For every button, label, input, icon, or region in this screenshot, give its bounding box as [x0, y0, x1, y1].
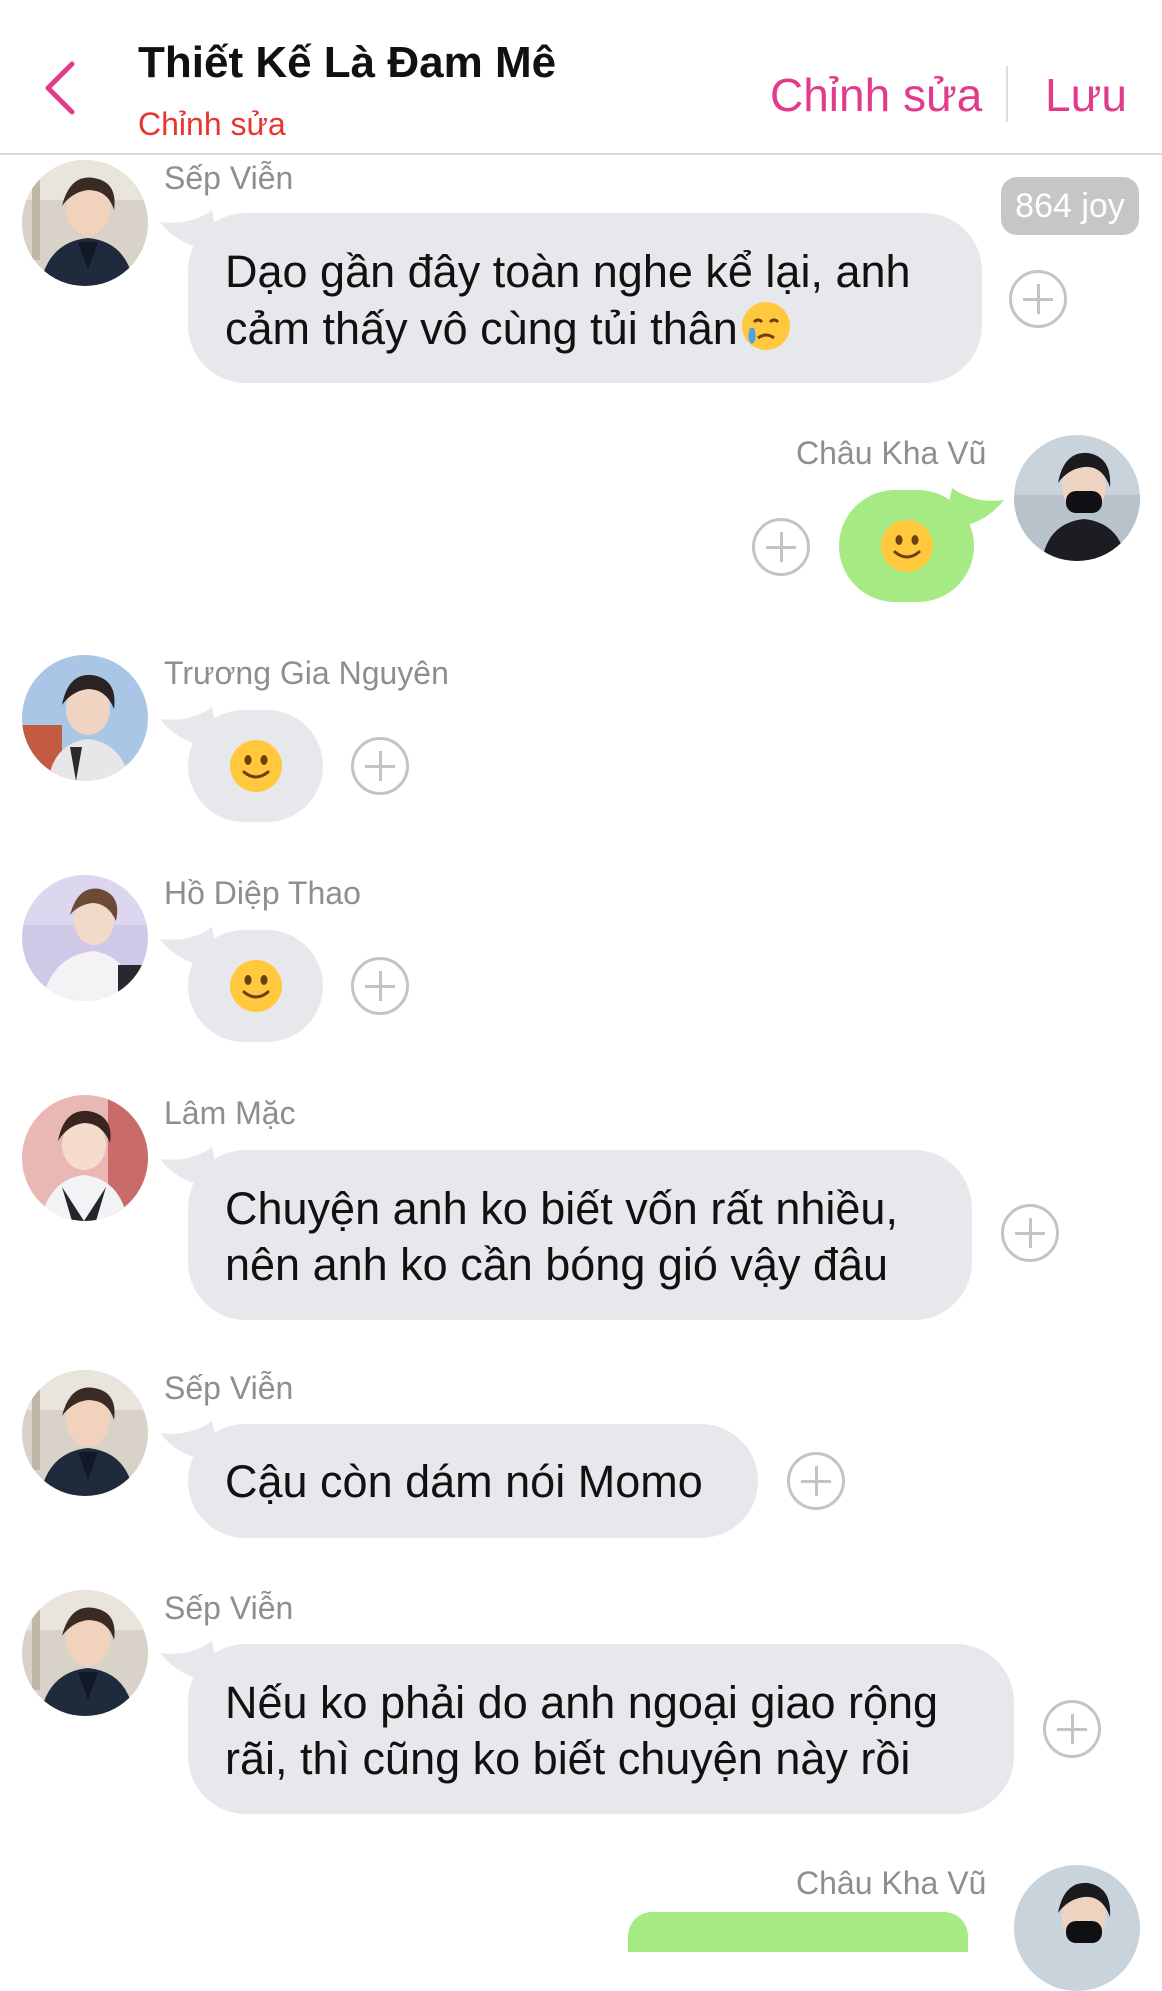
add-reaction-button[interactable]	[1043, 1700, 1101, 1758]
message-line: cảm thấy vô cùng tủi thân	[225, 300, 982, 357]
chat-header: Thiết Kế Là Đam Mê Chỉnh sửa Chỉnh sửa L…	[0, 0, 1162, 155]
message-line: Chuyện anh ko biết vốn rất nhiều,	[225, 1183, 898, 1234]
message-bubble[interactable]	[188, 710, 323, 822]
add-reaction-button[interactable]	[351, 957, 409, 1015]
avatar[interactable]	[22, 1590, 148, 1716]
sender-name: Sếp Viễn	[164, 1590, 294, 1626]
crying-face-icon	[741, 302, 790, 350]
slightly-smiling-face-icon	[229, 960, 282, 1012]
avatar[interactable]	[1014, 435, 1140, 561]
sender-name: Châu Kha Vũ	[796, 435, 987, 471]
message-line: Cậu còn dám nói Momo	[225, 1456, 703, 1507]
message-line: rãi, thì cũng ko biết chuyện này rồi	[225, 1733, 911, 1784]
add-reaction-button[interactable]	[1009, 270, 1067, 328]
avatar[interactable]	[22, 655, 148, 781]
chat-subtitle: Chỉnh sửa	[138, 106, 286, 142]
add-reaction-button[interactable]	[1001, 1204, 1059, 1262]
message-bubble[interactable]	[188, 930, 323, 1042]
message-bubble[interactable]: Cậu còn dám nói Momo	[188, 1424, 758, 1538]
save-button[interactable]: Lưu	[1045, 68, 1127, 122]
add-reaction-button[interactable]	[752, 518, 810, 576]
add-reaction-button[interactable]	[351, 737, 409, 795]
avatar[interactable]	[1014, 1865, 1140, 1991]
message-line: Dạo gần đây toàn nghe kể lại, anh	[225, 246, 911, 297]
message-line: nên anh ko cần bóng gió vậy đâu	[225, 1239, 889, 1290]
chat-title: Thiết Kế Là Đam Mê	[138, 38, 557, 87]
message-line: Nếu ko phải do anh ngoại giao rộng	[225, 1677, 939, 1728]
sender-name: Sếp Viễn	[164, 160, 294, 196]
chevron-left-icon[interactable]	[38, 58, 84, 118]
add-reaction-button[interactable]	[787, 1452, 845, 1510]
joy-badge: 864 joy	[1001, 177, 1139, 235]
message-bubble[interactable]: Nếu ko phải do anh ngoại giao rộng rãi, …	[188, 1644, 1014, 1814]
slightly-smiling-face-icon	[229, 740, 282, 792]
sender-name: Sếp Viễn	[164, 1370, 294, 1406]
sender-name: Châu Kha Vũ	[796, 1865, 987, 1901]
header-divider	[1006, 66, 1008, 122]
message-bubble[interactable]	[628, 1912, 968, 1952]
message-bubble[interactable]: Chuyện anh ko biết vốn rất nhiều, nên an…	[188, 1150, 972, 1320]
sender-name: Hồ Diệp Thao	[164, 875, 361, 911]
avatar[interactable]	[22, 1095, 148, 1221]
slightly-smiling-face-icon	[880, 520, 933, 572]
avatar[interactable]	[22, 875, 148, 1001]
message-bubble[interactable]	[839, 490, 974, 602]
sender-name: Lâm Mặc	[164, 1095, 296, 1131]
sender-name: Trương Gia Nguyên	[164, 655, 449, 691]
message-bubble[interactable]: Dạo gần đây toàn nghe kể lại, anh cảm th…	[188, 213, 982, 383]
avatar[interactable]	[22, 1370, 148, 1496]
avatar[interactable]	[22, 160, 148, 286]
edit-button[interactable]: Chỉnh sửa	[770, 68, 982, 122]
